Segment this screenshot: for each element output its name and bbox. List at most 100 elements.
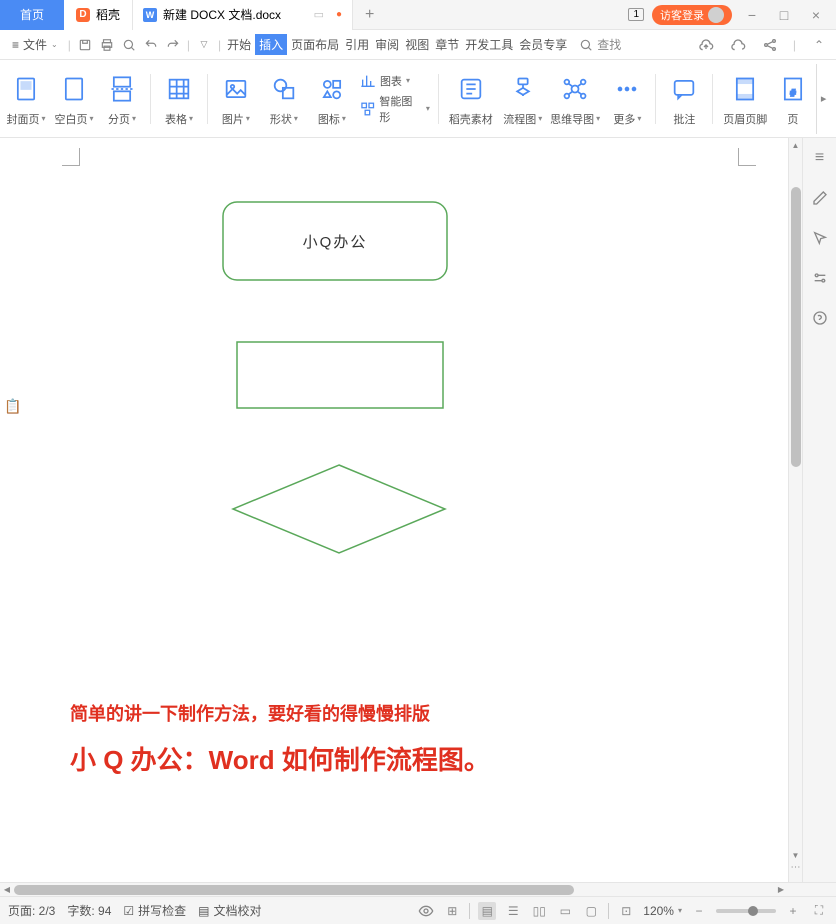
sidepanel-hamburger-icon[interactable]: ≡ (810, 148, 830, 168)
ribbon-pagebreak[interactable]: 分页▾ (102, 71, 142, 127)
ribbon-more-label: 更多 (613, 111, 635, 127)
file-menu[interactable]: ≡ 文件 ⌄ (6, 36, 64, 53)
ribbon-mindmap[interactable]: 思维导图▾ (551, 71, 600, 127)
ribbon-annotate[interactable]: 批注 (664, 71, 704, 127)
login-button[interactable]: 访客登录 (652, 5, 732, 25)
zoom-slider-thumb[interactable] (748, 906, 758, 916)
login-label: 访客登录 (660, 7, 704, 23)
close-button[interactable]: × (804, 3, 828, 27)
view-web-icon[interactable]: ▭ (556, 902, 574, 920)
ribbon-separator (207, 74, 208, 124)
scroll-track[interactable] (789, 152, 802, 848)
hscroll-thumb[interactable] (14, 885, 574, 895)
ribbon-pagenum[interactable]: # 页 (777, 71, 808, 127)
ribbon-header[interactable]: 页眉页脚 (721, 71, 769, 127)
scroll-down-button[interactable]: ▼ (789, 848, 802, 862)
hamburger-icon: ≡ (12, 38, 19, 52)
fullscreen-icon[interactable]: ⛶ (810, 902, 828, 920)
share-icon[interactable] (759, 36, 781, 54)
ribbon-chart[interactable]: 图表▾ (360, 73, 430, 89)
sidepanel-pencil-icon[interactable] (810, 188, 830, 208)
menu-view[interactable]: 视图 (403, 34, 431, 55)
smartart-icon (360, 101, 375, 117)
ribbon-more[interactable]: 更多▾ (607, 71, 647, 127)
scroll-options-icon[interactable]: ⋯ (791, 862, 801, 882)
view-outline-icon[interactable]: ☰ (504, 902, 522, 920)
save-icon[interactable] (75, 36, 95, 54)
avatar-icon (708, 7, 724, 23)
zoom-out-button[interactable]: − (690, 902, 708, 920)
sidepanel-settings-icon[interactable] (810, 268, 830, 288)
preview-icon[interactable] (119, 36, 139, 54)
search-box[interactable]: 查找 (579, 36, 621, 53)
notification-badge[interactable]: 1 (628, 8, 644, 21)
scroll-thumb[interactable] (791, 187, 801, 467)
redo-icon[interactable] (163, 36, 183, 54)
collapse-ribbon-icon[interactable]: ⌃ (808, 36, 830, 54)
status-page[interactable]: 页面: 2/3 (8, 902, 55, 919)
scroll-up-button[interactable]: ▲ (789, 138, 802, 152)
new-tab-button[interactable]: + (353, 0, 386, 30)
diamond-shape[interactable] (233, 465, 445, 553)
ribbon-docer-label: 稻壳素材 (449, 111, 493, 127)
view-draft-icon[interactable]: ▢ (582, 902, 600, 920)
sidepanel-help-icon[interactable] (810, 308, 830, 328)
ribbon-shape[interactable]: 形状▾ (264, 71, 304, 127)
menu-reference[interactable]: 引用 (343, 34, 371, 55)
fit-page-icon[interactable]: ⊡ (617, 902, 635, 920)
more-icon (611, 71, 643, 107)
zoom-in-button[interactable]: + (784, 902, 802, 920)
icon-icon (316, 71, 348, 107)
zoom-level[interactable]: 120% ▾ (643, 904, 682, 918)
vertical-scrollbar[interactable]: ▲ ▼ ⋯ (788, 138, 802, 882)
ribbon-smartart[interactable]: 智能图形▾ (360, 93, 430, 125)
tab-document[interactable]: W 新建 DOCX 文档.docx ▭ ● (133, 0, 353, 30)
qat-chevron-icon[interactable]: ▽ (194, 36, 214, 54)
scroll-left-button[interactable]: ◀ (0, 883, 14, 896)
hscroll-track[interactable] (14, 883, 774, 896)
minimize-button[interactable]: − (740, 3, 764, 27)
status-spellcheck[interactable]: ☑ 拼写检查 (123, 902, 186, 919)
ribbon-blank[interactable]: 空白页▾ (54, 71, 94, 127)
menu-layout[interactable]: 页面布局 (289, 34, 341, 55)
menu-start[interactable]: 开始 (225, 34, 253, 55)
statusbar-right: ⊞ ▤ ☰ ▯▯ ▭ ▢ ⊡ 120% ▾ − + ⛶ (417, 902, 828, 920)
grid-icon[interactable]: ⊞ (443, 902, 461, 920)
ribbon-flowchart[interactable]: 流程图▾ (503, 71, 543, 127)
ribbon-cover[interactable]: 封面页▾ (6, 71, 46, 127)
cloud-upload-icon[interactable] (695, 36, 717, 54)
shape1-text-container: 小Q办公 (223, 202, 447, 280)
cloud-sync-icon[interactable] (727, 36, 749, 54)
tab-home[interactable]: 首页 (0, 0, 64, 30)
maximize-button[interactable]: □ (772, 3, 796, 27)
status-doccheck[interactable]: ▤ 文档校对 (198, 902, 261, 919)
ribbon-pagenum-label: 页 (787, 111, 798, 127)
ribbon-docer[interactable]: 稻壳素材 (447, 71, 495, 127)
menu-devtools[interactable]: 开发工具 (463, 34, 515, 55)
ribbon-table[interactable]: 表格▾ (159, 71, 199, 127)
tab-docer[interactable]: D 稻壳 (64, 0, 133, 30)
print-icon[interactable] (97, 36, 117, 54)
view-read-icon[interactable]: ▯▯ (530, 902, 548, 920)
ribbon-separator (712, 74, 713, 124)
undo-icon[interactable] (141, 36, 161, 54)
view-page-icon[interactable]: ▤ (478, 902, 496, 920)
scroll-right-button[interactable]: ▶ (774, 883, 788, 896)
menu-member[interactable]: 会员专享 (517, 34, 569, 55)
ribbon-picture[interactable]: 图片▾ (216, 71, 256, 127)
rect-shape[interactable] (237, 342, 443, 408)
document-canvas[interactable]: 📋 小Q办公 简单的讲一下制作方法，要好看的得慢慢排版 小 Q 办公：Word … (0, 138, 788, 882)
tab-window-icon[interactable]: ▭ (314, 8, 324, 21)
ribbon-scroll-right[interactable]: ▸ (816, 64, 830, 134)
sidepanel-select-icon[interactable] (810, 228, 830, 248)
menu-review[interactable]: 审阅 (373, 34, 401, 55)
shape-icon (268, 71, 300, 107)
status-words[interactable]: 字数: 94 (67, 902, 111, 919)
menu-insert[interactable]: 插入 (255, 34, 287, 55)
ribbon-separator (150, 74, 151, 124)
horizontal-scrollbar[interactable]: ◀ ▶ (0, 882, 836, 896)
menu-chapter[interactable]: 章节 (433, 34, 461, 55)
eye-icon[interactable] (417, 902, 435, 920)
ribbon-icon[interactable]: 图标▾ (312, 71, 352, 127)
zoom-slider[interactable] (716, 909, 776, 913)
